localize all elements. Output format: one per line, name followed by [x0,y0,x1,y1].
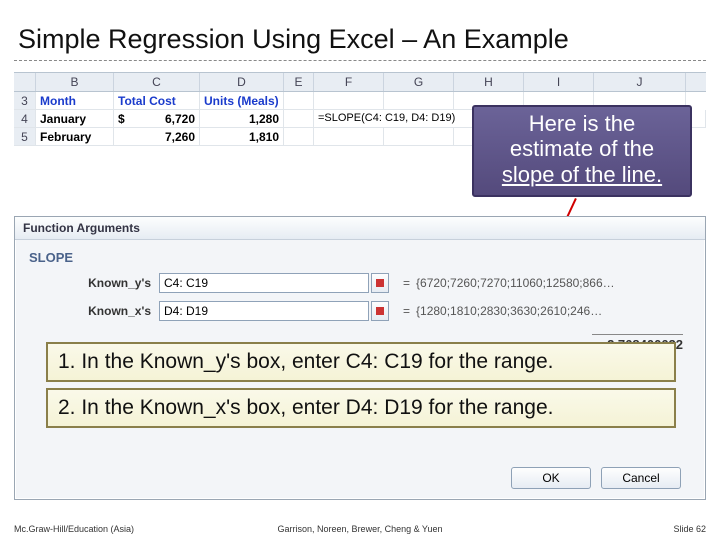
known-x-collapse-button[interactable] [371,301,389,321]
cell-c3[interactable]: Total Cost [114,92,200,110]
row-header-blank [14,73,36,91]
cancel-button[interactable]: Cancel [601,467,681,489]
known-x-row: Known_x's = {1280;1810;2830;3630;2610;24… [29,301,691,321]
cell-b5[interactable]: February [36,128,114,146]
cell-e4[interactable] [284,110,314,128]
col-header-h[interactable]: H [454,73,524,91]
known-x-preview-text: {1280;1810;2830;3630;2610;246… [416,304,602,318]
known-x-input[interactable] [159,301,369,321]
instruction-box-2: 2. In the Known_x's box, enter D4: D19 f… [46,388,676,428]
dialog-title: Function Arguments [15,217,705,240]
cell-g3[interactable] [384,92,454,110]
cell-c4-value: 6,720 [165,112,195,126]
known-y-preview: = {6720;7260;7270;11060;12580;866… [403,276,615,290]
cell-d4[interactable]: 1,280 [200,110,284,128]
known-x-label: Known_x's [29,304,159,318]
callout-line3: slope of the line. [480,162,684,187]
col-header-j[interactable]: J [594,73,686,91]
cell-d3[interactable]: Units (Meals) [200,92,284,110]
function-name-label: SLOPE [29,250,691,265]
known-y-label: Known_y's [29,276,159,290]
ok-button[interactable]: OK [511,467,591,489]
known-y-collapse-button[interactable] [371,273,389,293]
footer-center: Garrison, Noreen, Brewer, Cheng & Yuen [0,524,720,534]
page-title: Simple Regression Using Excel – An Examp… [18,24,569,55]
callout-line1: Here is the [480,111,684,136]
known-y-row: Known_y's = {6720;7260;7270;11060;12580;… [29,273,691,293]
currency-symbol: $ [118,112,125,126]
title-underline [14,60,706,61]
cell-f3[interactable] [314,92,384,110]
cell-c4[interactable]: $6,720 [114,110,200,128]
known-y-input[interactable] [159,273,369,293]
cell-b3[interactable]: Month [36,92,114,110]
known-x-preview: = {1280;1810;2830;3630;2610;246… [403,304,602,318]
instruction-box-1: 1. In the Known_y's box, enter C4: C19 f… [46,342,676,382]
slide-footer: Mc.Graw-Hill/Education (Asia) Garrison, … [0,524,720,534]
callout-box: Here is the estimate of the slope of the… [472,105,692,197]
col-header-c[interactable]: C [114,73,200,91]
col-header-e[interactable]: E [284,73,314,91]
dialog-buttons: OK Cancel [511,467,681,489]
cell-e5[interactable] [284,128,314,146]
col-header-i[interactable]: I [524,73,594,91]
known-y-preview-text: {6720;7260;7270;11060;12580;866… [416,276,615,290]
row-number[interactable]: 3 [14,92,36,110]
cell-f5[interactable] [314,128,384,146]
col-header-f[interactable]: F [314,73,384,91]
range-picker-icon [376,279,384,287]
col-header-b[interactable]: B [36,73,114,91]
column-header-row: B C D E F G H I J [14,72,706,92]
row-number[interactable]: 4 [14,110,36,128]
cell-c5[interactable]: 7,260 [114,128,200,146]
cell-g5[interactable] [384,128,454,146]
range-picker-icon [376,307,384,315]
callout-line2: estimate of the [480,136,684,161]
row-number[interactable]: 5 [14,128,36,146]
cell-d5[interactable]: 1,810 [200,128,284,146]
col-header-g[interactable]: G [384,73,454,91]
cell-b4[interactable]: January [36,110,114,128]
cell-e3[interactable] [284,92,314,110]
col-header-d[interactable]: D [200,73,284,91]
